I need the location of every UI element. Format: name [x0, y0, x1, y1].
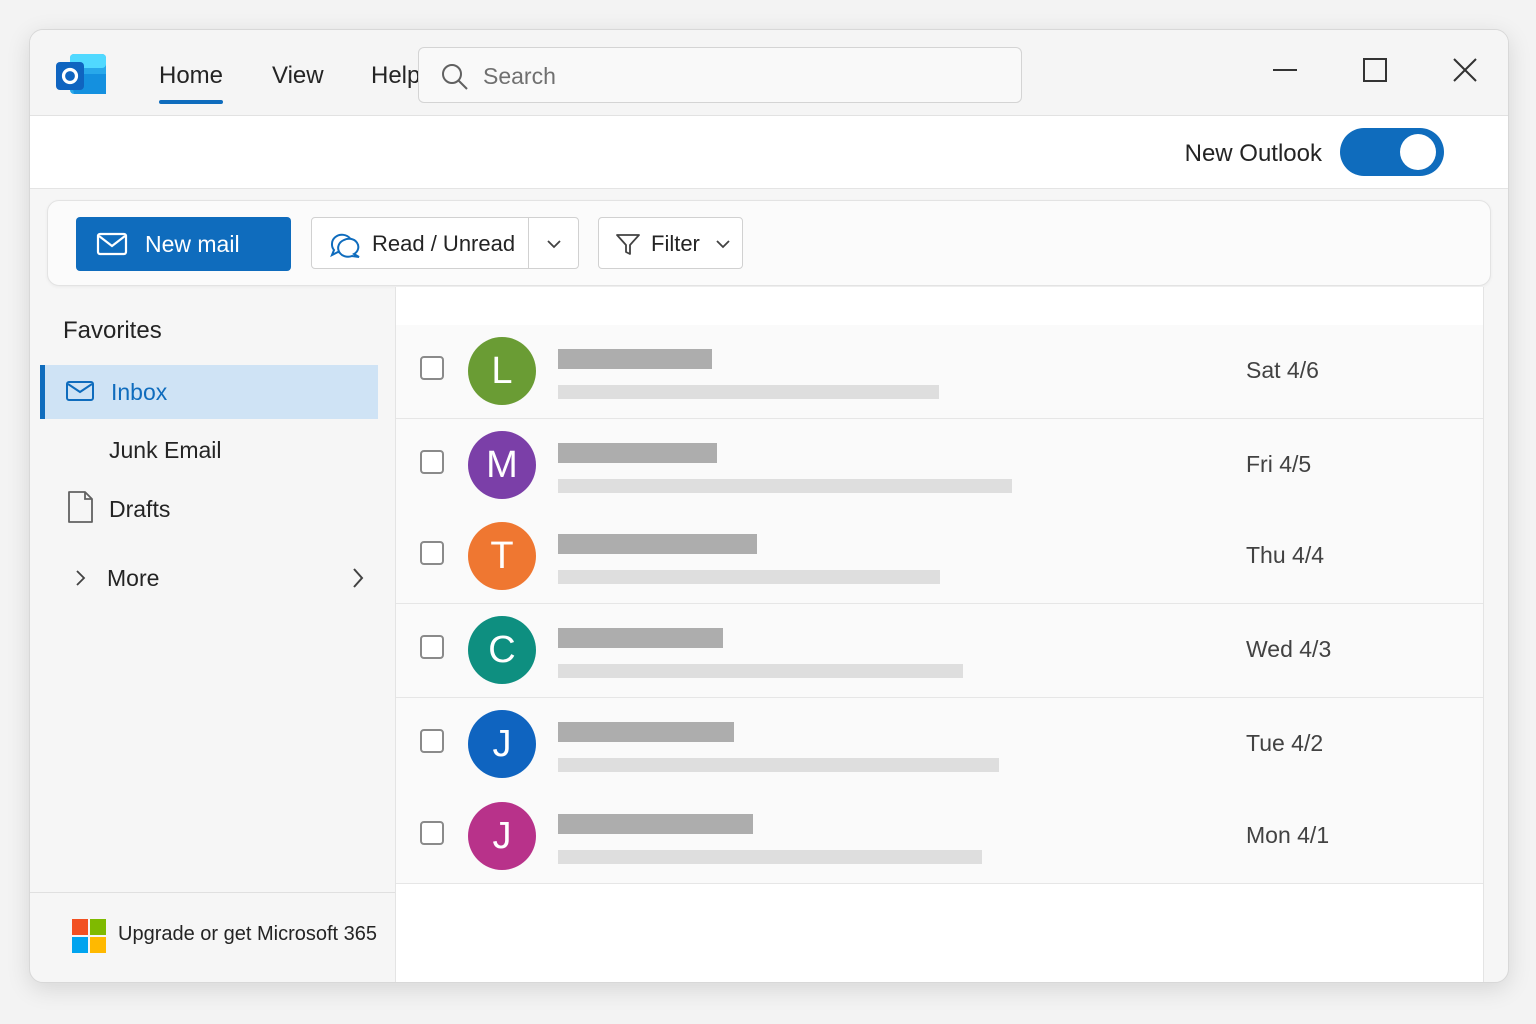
avatar: C: [468, 616, 536, 684]
message-checkbox[interactable]: [420, 729, 444, 753]
sidebar-item-drafts[interactable]: Drafts: [40, 482, 378, 536]
message-checkbox[interactable]: [420, 541, 444, 565]
upgrade-label: Upgrade or get Microsoft 365: [118, 923, 378, 945]
message-checkbox[interactable]: [420, 635, 444, 659]
chevron-down-icon: [716, 240, 730, 249]
message-date: Wed 4/3: [1246, 636, 1332, 662]
sender-placeholder: [558, 349, 712, 369]
subject-placeholder: [558, 479, 1012, 493]
filter-button[interactable]: Filter: [598, 217, 743, 269]
message-date: Sat 4/6: [1246, 357, 1319, 383]
folder-pane: Favorites Inbox Junk Email Drafts More U…: [30, 287, 395, 982]
sender-placeholder: [558, 628, 723, 648]
list-header: [396, 287, 1483, 326]
outlook-window: Home View Help New Outlook: [29, 29, 1509, 983]
message-list: L Sat 4/6 M Fri 4/5 T Thu 4/4 C Wed 4/3: [395, 287, 1484, 982]
message-row[interactable]: J Tue 4/2: [396, 698, 1483, 792]
search-icon: [442, 64, 468, 90]
message-date: Mon 4/1: [1246, 822, 1330, 848]
filter-label: Filter: [651, 231, 700, 256]
upgrade-banner[interactable]: Upgrade or get Microsoft 365: [30, 892, 395, 982]
message-checkbox[interactable]: [420, 821, 444, 845]
message-date: Thu 4/4: [1246, 542, 1324, 568]
message-date: Tue 4/2: [1246, 730, 1324, 756]
outlook-logo-icon: [56, 54, 106, 94]
microsoft-logo-icon: [72, 919, 106, 953]
sender-placeholder: [558, 534, 757, 554]
sidebar-item-label: More: [107, 565, 160, 591]
expand-arrow-icon[interactable]: [350, 566, 366, 590]
minimize-icon[interactable]: [1263, 52, 1307, 88]
new-mail-button[interactable]: New mail: [76, 217, 291, 271]
title-bar: Home View Help: [30, 30, 1508, 116]
tab-view[interactable]: View: [272, 62, 324, 90]
message-row[interactable]: J Mon 4/1: [396, 790, 1483, 884]
maximize-icon[interactable]: [1353, 52, 1397, 88]
mail-icon: [66, 381, 94, 401]
search-input[interactable]: [481, 60, 1005, 92]
chevron-down-icon[interactable]: [546, 238, 562, 250]
subject-placeholder: [558, 758, 999, 772]
avatar: M: [468, 431, 536, 499]
message-row[interactable]: L Sat 4/6: [396, 325, 1483, 419]
search-box[interactable]: [418, 47, 1022, 103]
message-checkbox[interactable]: [420, 450, 444, 474]
avatar: L: [468, 337, 536, 405]
sidebar-item-inbox[interactable]: Inbox: [40, 365, 378, 419]
favorites-heading: Favorites: [63, 317, 162, 344]
sender-placeholder: [558, 722, 734, 742]
filter-icon: [616, 234, 640, 255]
toggle-knob: [1400, 134, 1436, 170]
sidebar-item-label: Drafts: [109, 496, 171, 522]
mail-icon: [96, 232, 128, 256]
subject-placeholder: [558, 570, 940, 584]
subject-placeholder: [558, 850, 982, 864]
new-outlook-toggle[interactable]: [1340, 128, 1444, 176]
new-outlook-label: New Outlook: [1184, 140, 1322, 167]
subject-placeholder: [558, 664, 963, 678]
sidebar-item-more[interactable]: More: [40, 551, 378, 605]
message-date: Fri 4/5: [1246, 451, 1312, 477]
tab-help[interactable]: Help: [371, 62, 420, 90]
close-icon[interactable]: [1443, 52, 1487, 88]
message-row[interactable]: C Wed 4/3: [396, 604, 1483, 698]
sender-placeholder: [558, 443, 717, 463]
new-outlook-bar: New Outlook: [30, 116, 1508, 189]
read-unread-label: Read / Unread: [372, 231, 516, 256]
chat-bubbles-icon: [330, 233, 360, 258]
ribbon-toolbar: New mail Read / Unread Filter: [47, 200, 1491, 286]
new-mail-label: New mail: [145, 231, 240, 257]
sidebar-item-junk-email[interactable]: Junk Email: [40, 423, 378, 477]
split-divider: [528, 218, 529, 268]
draft-icon: [68, 491, 93, 523]
sidebar-item-label: Inbox: [111, 379, 168, 405]
read-unread-button[interactable]: Read / Unread: [311, 217, 579, 269]
tab-home[interactable]: Home: [159, 62, 224, 104]
avatar: J: [468, 710, 536, 778]
sidebar-item-label: Junk Email: [109, 437, 222, 463]
avatar: T: [468, 522, 536, 590]
message-row[interactable]: M Fri 4/5: [396, 419, 1483, 513]
chevron-right-icon: [76, 570, 86, 586]
message-row[interactable]: T Thu 4/4: [396, 510, 1483, 604]
subject-placeholder: [558, 385, 939, 399]
message-checkbox[interactable]: [420, 356, 444, 380]
sender-placeholder: [558, 814, 753, 834]
avatar: J: [468, 802, 536, 870]
